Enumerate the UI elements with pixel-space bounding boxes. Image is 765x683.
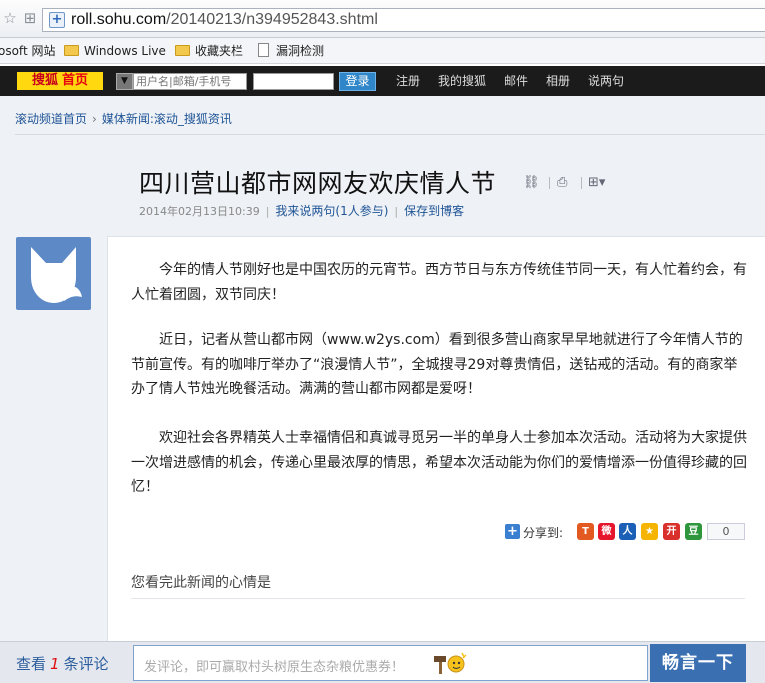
comment-input[interactable]: 发评论，即可赢取村头树原生态杂粮优惠券！	[133, 645, 648, 681]
chevron-right-icon: ›	[92, 112, 97, 126]
favorite-label: 漏洞检测	[276, 44, 325, 58]
print-icon[interactable]: ⎙	[557, 174, 567, 192]
folder-icon	[64, 45, 79, 56]
divider	[549, 177, 550, 189]
logo-home: 首页	[62, 73, 89, 88]
share-kaixin-icon[interactable]: 开	[663, 523, 680, 540]
comment-prefix: 查看	[16, 655, 47, 673]
comment-placeholder: 发评论，即可赢取村头树原生态杂粮优惠券！	[144, 660, 405, 675]
url-host: roll.sohu.com	[71, 11, 167, 28]
divider: |	[394, 205, 399, 218]
login-button[interactable]: 登录	[339, 72, 376, 91]
share-count: 0	[707, 523, 745, 540]
favorite-item-microsoft[interactable]: osoft 网站	[0, 43, 55, 59]
chevron-down-icon: ▼	[121, 76, 128, 86]
favorite-item-windows-live[interactable]: Windows Live	[64, 43, 166, 59]
password-input[interactable]	[253, 73, 334, 90]
favorite-item-vuln-check[interactable]: 漏洞检测	[258, 43, 324, 59]
browser-address-bar: ☆ ⊞ + roll.sohu.com/20140213/n394952843.…	[0, 0, 765, 38]
divider	[15, 134, 765, 135]
submit-comment-button[interactable]: 畅言一下	[650, 644, 746, 682]
site-icon: +	[49, 12, 65, 28]
top-link-mail[interactable]: 邮件	[504, 74, 528, 88]
comment-link[interactable]: 我来说两句(1人参与)	[275, 204, 388, 218]
url-field[interactable]: + roll.sohu.com/20140213/n394952843.shtm…	[42, 8, 765, 32]
site-top-bar: 搜狐首页 ▼ 登录 注册 我的搜狐 邮件 相册 说两句	[0, 66, 765, 96]
folder-icon	[175, 45, 190, 56]
breadcrumb-home[interactable]: 滚动频道首页	[15, 112, 87, 126]
top-link-my-sohu[interactable]: 我的搜狐	[438, 74, 486, 88]
view-comments-link[interactable]: 查看 1 条评论	[16, 653, 109, 674]
mood-heading: 您看完此新闻的心情是	[131, 575, 271, 591]
share-douban-icon[interactable]: 豆	[685, 523, 702, 540]
share-tencent-weibo-icon[interactable]: T	[577, 523, 594, 540]
article-meta: 2014年02月13日10:39 | 我来说两句(1人参与) | 保存到博客	[139, 202, 464, 219]
fox-icon	[31, 247, 82, 303]
hammer-mascot-icon	[434, 652, 467, 674]
favorite-label: Windows Live	[84, 44, 166, 58]
article-datetime: 2014年02月13日10:39	[139, 205, 260, 218]
share-sina-weibo-icon[interactable]: 微	[598, 523, 615, 540]
breadcrumb-current[interactable]: 媒体新闻:滚动_搜狐资讯	[102, 112, 232, 126]
fox-avatar	[16, 237, 91, 310]
save-to-blog-link[interactable]: 保存到博客	[404, 204, 464, 218]
divider	[131, 598, 745, 599]
comment-suffix: 条评论	[63, 655, 109, 673]
layout-menu-icon[interactable]: ⊞▾	[588, 174, 605, 192]
divider: |	[265, 205, 270, 218]
article-paragraph: 今年的情人节刚好也是中国农历的元宵节。西方节日与东方传统佳节同一天，有人忙着约会…	[131, 262, 747, 303]
top-link-comments[interactable]: 说两句	[588, 74, 624, 88]
top-link-register[interactable]: 注册	[396, 74, 420, 88]
favorites-star-icon[interactable]: ☆	[2, 10, 18, 26]
tab-grid-icon[interactable]: ⊞	[22, 10, 38, 26]
share-plus-icon[interactable]: +	[505, 524, 520, 539]
comment-bar: 查看 1 条评论 发评论，即可赢取村头树原生态杂粮优惠券！ 畅言一下	[0, 641, 765, 683]
favorites-bar: osoft 网站 Windows Live 收藏夹栏 漏洞检测	[0, 38, 765, 64]
share-label: 分享到:	[523, 526, 564, 540]
article-paragraph: 欢迎社会各界精英人士幸福情侣和真诚寻觅另一半的单身人士参加本次活动。活动将为大家…	[131, 430, 747, 495]
divider	[581, 177, 582, 189]
article-paragraph: 近日，记者从营山都市网（www.w2ys.com）看到很多营山商家早早地就进行了…	[131, 332, 743, 397]
breadcrumb: 滚动频道首页 › 媒体新闻:滚动_搜狐资讯	[15, 110, 232, 127]
share-qzone-icon[interactable]: ★	[641, 523, 658, 540]
sohu-logo[interactable]: 搜狐 首页	[17, 72, 103, 90]
account-type-dropdown[interactable]: ▼	[116, 73, 133, 90]
share-renren-icon[interactable]: 人	[619, 523, 636, 540]
document-icon	[258, 43, 269, 57]
url-text: roll.sohu.com/20140213/n394952843.shtml	[71, 11, 378, 29]
top-link-album[interactable]: 相册	[546, 74, 570, 88]
favorite-label: osoft 网站	[0, 44, 56, 58]
favorite-item-favorites-bar[interactable]: 收藏夹栏	[175, 43, 243, 59]
username-input[interactable]	[133, 73, 247, 90]
favorite-label: 收藏夹栏	[195, 44, 244, 58]
article-title: 四川营山都市网网友欢庆情人节	[139, 169, 497, 198]
link-icon[interactable]: ⛓	[523, 174, 540, 192]
url-path: /20140213/n394952843.shtml	[166, 11, 378, 28]
logo-text: 搜狐	[31, 73, 58, 88]
comment-count: 1	[50, 655, 60, 673]
